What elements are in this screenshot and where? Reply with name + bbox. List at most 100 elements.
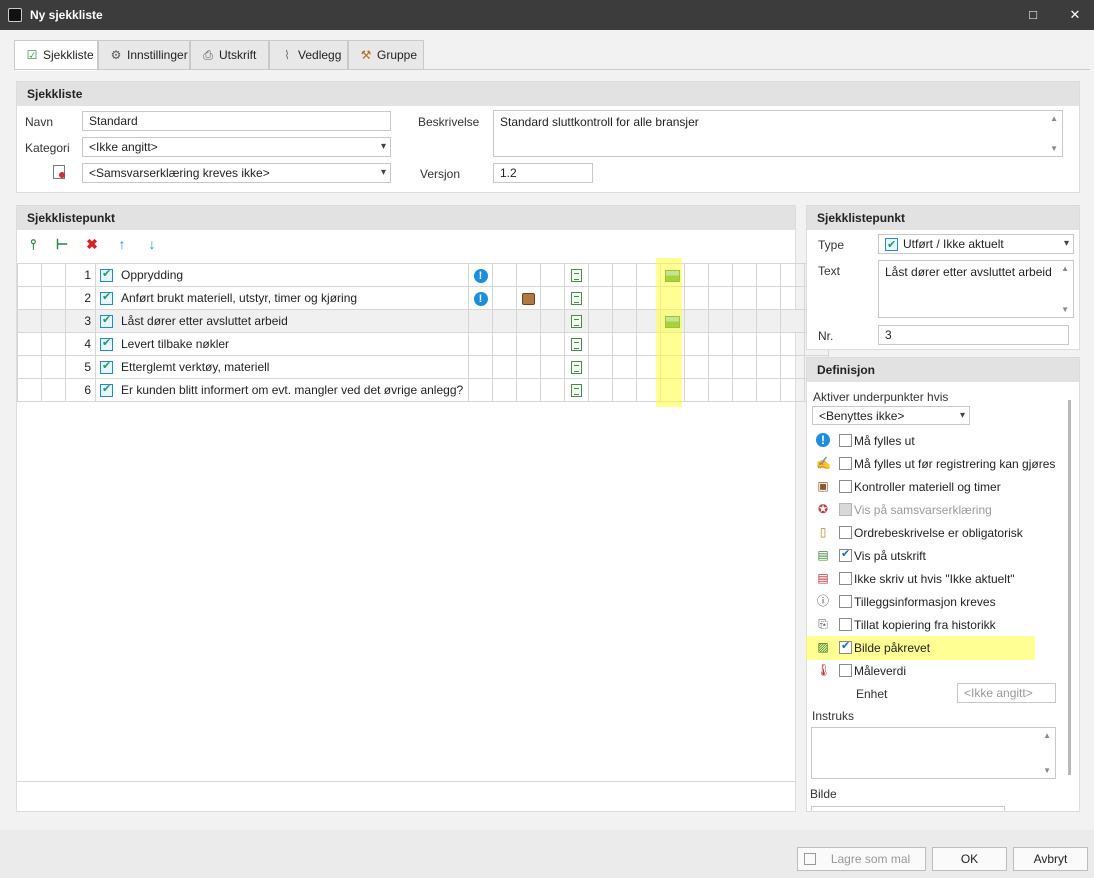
option-checkbox[interactable] [839, 526, 852, 539]
table-cell[interactable] [41, 355, 66, 379]
table-cell[interactable] [708, 263, 733, 287]
save-template-button[interactable]: Lagre som mal [797, 847, 926, 871]
table-cell[interactable]: Etterglemt verktøy, materiell [95, 355, 469, 379]
option-checkbox[interactable] [839, 480, 852, 493]
option-checkbox[interactable] [839, 618, 852, 631]
table-cell[interactable] [612, 332, 637, 356]
table-cell[interactable] [588, 378, 613, 402]
table-cell[interactable] [588, 309, 613, 333]
scroll-up-icon[interactable]: ▲ [1043, 731, 1051, 740]
table-cell[interactable] [612, 286, 637, 310]
table-cell[interactable]: 4 [65, 332, 96, 356]
table-cell[interactable] [17, 286, 42, 310]
table-cell[interactable]: Er kunden blitt informert om evt. mangle… [95, 378, 469, 402]
tab-innstillinger[interactable]: ⚙ Innstillinger [98, 40, 190, 70]
delete-icon[interactable]: ✖ [84, 236, 100, 252]
tab-vedlegg[interactable]: ⌇ Vedlegg [269, 40, 348, 70]
nr-input[interactable]: 3 [878, 325, 1069, 345]
option-checkbox[interactable] [839, 664, 852, 677]
option-checkbox[interactable] [839, 639, 852, 654]
ok-button[interactable]: OK [932, 847, 1007, 871]
table-cell[interactable] [564, 309, 589, 333]
table-cell[interactable] [732, 332, 757, 356]
table-cell[interactable] [492, 355, 517, 379]
table-cell[interactable] [684, 378, 709, 402]
table-cell[interactable] [540, 309, 565, 333]
table-cell[interactable] [516, 263, 541, 287]
table-cell[interactable] [564, 286, 589, 310]
table-cell[interactable] [756, 309, 781, 333]
table-cell[interactable] [732, 286, 757, 310]
table-cell[interactable] [756, 355, 781, 379]
table-cell[interactable] [684, 332, 709, 356]
table-cell[interactable] [17, 332, 42, 356]
table-cell[interactable] [684, 355, 709, 379]
samsvar-select[interactable]: <Samsvarserklæring kreves ikke> [82, 163, 391, 183]
table-cell[interactable] [492, 309, 517, 333]
scroll-up-icon[interactable]: ▲ [1050, 114, 1058, 123]
table-cell[interactable] [588, 355, 613, 379]
table-cell[interactable]: Anført brukt materiell, utstyr, timer og… [95, 286, 469, 310]
table-cell[interactable] [41, 286, 66, 310]
table-cell[interactable] [588, 263, 613, 287]
table-cell[interactable]: 3 [65, 309, 96, 333]
aktiver-select[interactable]: <Benyttes ikke> [812, 406, 970, 425]
table-cell[interactable] [540, 355, 565, 379]
table-cell[interactable] [780, 263, 805, 287]
table-cell[interactable] [516, 309, 541, 333]
option-checkbox[interactable] [839, 547, 852, 562]
navn-input[interactable]: Standard [82, 111, 391, 131]
scroll-down-icon[interactable]: ▼ [1050, 144, 1058, 153]
tab-gruppe[interactable]: ⚒ Gruppe [348, 40, 424, 70]
table-cell[interactable] [41, 309, 66, 333]
table-cell[interactable] [708, 286, 733, 310]
scroll-up-icon[interactable]: ▲ [1061, 264, 1069, 273]
option-checkbox[interactable] [839, 457, 852, 470]
table-cell[interactable] [780, 378, 805, 402]
table-cell[interactable] [588, 286, 613, 310]
table-cell[interactable] [41, 332, 66, 356]
table-cell[interactable] [732, 355, 757, 379]
table-row[interactable]: 2 Anført brukt materiell, utstyr, timer o… [17, 286, 829, 310]
table-cell[interactable] [540, 286, 565, 310]
table-cell[interactable]: Opprydding [95, 263, 469, 287]
add-point-icon[interactable]: ⫯ [25, 236, 41, 252]
table-cell[interactable] [41, 378, 66, 402]
beskrivelse-textarea[interactable]: Standard sluttkontroll for alle bransjer… [493, 110, 1063, 157]
table-cell[interactable] [468, 309, 493, 333]
table-cell[interactable] [612, 355, 637, 379]
table-cell[interactable] [516, 286, 541, 310]
type-select[interactable]: Utført / Ikke aktuelt [878, 234, 1074, 254]
table-cell[interactable] [564, 355, 589, 379]
table-cell[interactable] [17, 263, 42, 287]
table-cell[interactable] [468, 355, 493, 379]
table-cell[interactable]: Levert tilbake nøkler [95, 332, 469, 356]
table-cell[interactable]: 6 [65, 378, 96, 402]
text-textarea[interactable]: Låst dører etter avsluttet arbeid ▲ ▼ [878, 260, 1074, 318]
table-cell[interactable] [17, 378, 42, 402]
table-cell[interactable] [756, 286, 781, 310]
table-cell[interactable] [564, 378, 589, 402]
scroll-down-icon[interactable]: ▼ [1043, 766, 1051, 775]
table-cell[interactable] [708, 378, 733, 402]
bilde-field[interactable] [811, 806, 1005, 811]
add-subpoint-icon[interactable]: ⊢ [54, 236, 70, 252]
table-cell[interactable] [492, 263, 517, 287]
tab-utskrift[interactable]: ⎙ Utskrift [190, 40, 269, 70]
table-cell[interactable]: Låst dører etter avsluttet arbeid [95, 309, 469, 333]
table-row[interactable]: 4 Levert tilbake nøkler [17, 332, 829, 356]
table-cell[interactable]: ! [468, 263, 493, 287]
table-cell[interactable] [708, 309, 733, 333]
table-cell[interactable] [17, 355, 42, 379]
table-row[interactable]: 5 Etterglemt verktøy, materiell [17, 355, 829, 379]
scroll-down-icon[interactable]: ▼ [1061, 305, 1069, 314]
versjon-input[interactable]: 1.2 [493, 163, 593, 183]
cancel-button[interactable]: Avbryt [1013, 847, 1088, 871]
instruks-textarea[interactable]: ▲ ▼ [811, 727, 1056, 779]
enhet-input[interactable]: <Ikke angitt> [957, 683, 1056, 703]
table-cell[interactable] [17, 309, 42, 333]
table-cell[interactable] [756, 378, 781, 402]
table-cell[interactable] [732, 378, 757, 402]
table-cell[interactable] [516, 332, 541, 356]
close-button[interactable]: ✕ [1066, 6, 1084, 24]
